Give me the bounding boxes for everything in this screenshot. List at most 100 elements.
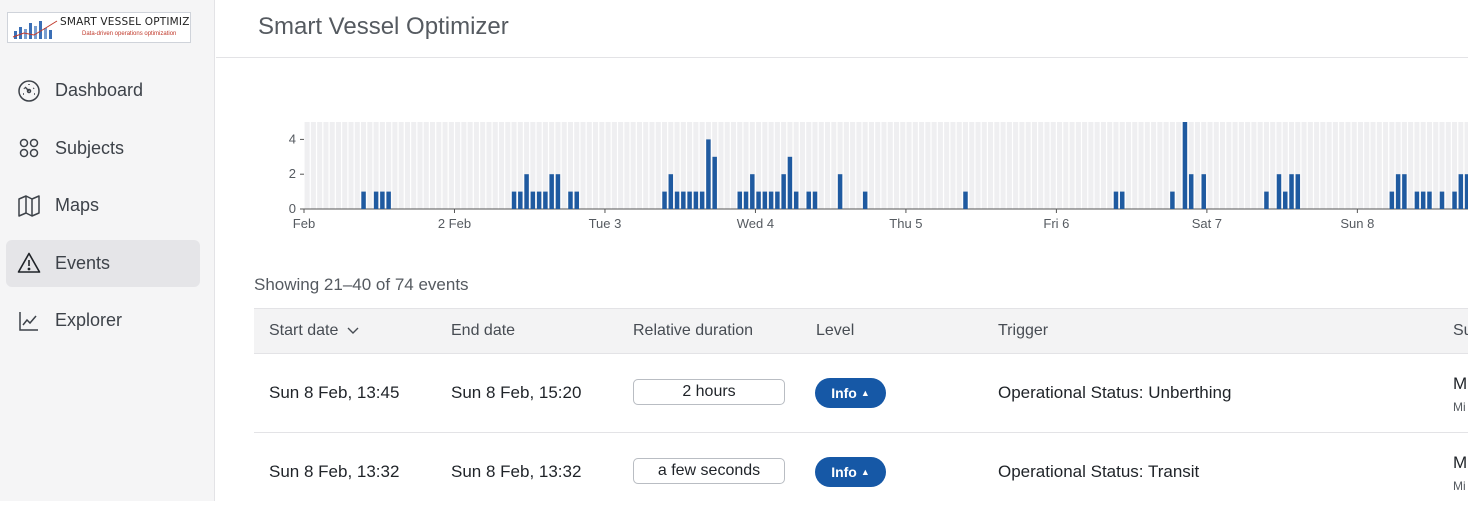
event-count-bar[interactable] — [568, 191, 573, 209]
level-badge[interactable]: Info ▲ — [815, 457, 886, 487]
event-count-bar[interactable] — [1201, 174, 1206, 209]
table-row[interactable]: Sun 8 Feb, 13:45 Sun 8 Feb, 15:20 2 hour… — [254, 354, 1468, 433]
event-count-bar[interactable] — [806, 191, 811, 209]
event-count-bar[interactable] — [756, 191, 761, 209]
event-count-bar[interactable] — [1188, 174, 1194, 209]
event-count-bar[interactable] — [1182, 122, 1188, 209]
event-count-bar[interactable] — [963, 191, 968, 209]
bin-background — [1445, 122, 1451, 209]
bin-background — [1157, 122, 1163, 209]
event-count-bar[interactable] — [530, 191, 536, 209]
event-count-bar[interactable] — [543, 191, 548, 209]
table-row[interactable]: Sun 8 Feb, 13:32 Sun 8 Feb, 13:32 a few … — [254, 433, 1468, 512]
event-count-bar[interactable] — [699, 191, 705, 209]
event-count-bar[interactable] — [743, 191, 749, 209]
event-count-bar[interactable] — [1289, 174, 1294, 209]
bin-background — [1326, 122, 1332, 209]
event-count-bar[interactable] — [674, 191, 680, 209]
column-header-end-date[interactable]: End date — [451, 322, 515, 340]
sidebar-item-events[interactable]: Events — [6, 239, 200, 287]
bin-background — [1075, 122, 1081, 209]
event-count-bar[interactable] — [549, 174, 554, 209]
event-count-bar[interactable] — [787, 156, 793, 209]
event-count-bar[interactable] — [1295, 174, 1301, 209]
sidebar-item-maps[interactable]: Maps — [6, 182, 200, 229]
cell-start-date: Sun 8 Feb, 13:32 — [269, 462, 400, 481]
event-count-bar[interactable] — [1414, 191, 1420, 209]
x-tick-label: Wed 4 — [737, 216, 774, 231]
event-count-bar[interactable] — [687, 191, 692, 209]
sidebar-item-dashboard[interactable]: Dashboard — [6, 67, 200, 114]
event-count-bar[interactable] — [1395, 174, 1401, 209]
event-count-bar[interactable] — [361, 191, 366, 209]
bin-background — [1138, 122, 1144, 209]
event-count-bar[interactable] — [511, 191, 517, 209]
event-count-bar[interactable] — [781, 174, 786, 209]
cell-end-date: Sun 8 Feb, 13:32 — [451, 462, 582, 481]
event-count-bar[interactable] — [793, 191, 799, 209]
event-count-bar[interactable] — [373, 191, 379, 209]
bin-background — [1383, 122, 1389, 209]
event-count-bar[interactable] — [1276, 174, 1282, 209]
event-count-bar[interactable] — [1264, 191, 1269, 209]
event-count-bar[interactable] — [737, 191, 742, 209]
event-count-bar[interactable] — [1120, 191, 1125, 209]
event-count-bar[interactable] — [536, 191, 542, 209]
event-count-bar[interactable] — [518, 191, 523, 209]
event-count-bar[interactable] — [524, 174, 529, 209]
line-chart-icon — [17, 309, 41, 333]
column-header-level[interactable]: Level — [816, 322, 854, 340]
y-tick-label: 2 — [289, 166, 296, 181]
bin-background — [304, 122, 310, 209]
bin-background — [1207, 122, 1213, 209]
bin-background — [473, 122, 479, 209]
event-count-bar[interactable] — [1420, 191, 1426, 209]
event-count-bar[interactable] — [574, 191, 579, 209]
column-header-subject[interactable]: Su — [1453, 322, 1468, 340]
level-badge[interactable]: Info ▲ — [815, 378, 886, 408]
bin-background — [323, 122, 329, 209]
event-count-bar[interactable] — [1389, 191, 1395, 209]
event-count-bar[interactable] — [775, 191, 780, 209]
event-count-bar[interactable] — [1283, 191, 1288, 209]
event-count-bar[interactable] — [693, 191, 699, 209]
event-count-bar[interactable] — [668, 174, 674, 209]
column-header-start-date[interactable]: Start date — [269, 322, 359, 340]
event-count-bar[interactable] — [712, 156, 717, 209]
map-icon — [17, 194, 41, 218]
event-count-bar[interactable] — [1113, 191, 1119, 209]
event-count-bar[interactable] — [1439, 191, 1445, 209]
bin-background — [611, 122, 617, 209]
bin-background — [944, 122, 950, 209]
bin-background — [467, 122, 473, 209]
event-count-bar[interactable] — [1458, 174, 1464, 209]
event-count-bar[interactable] — [1170, 191, 1175, 209]
sort-chevron-down-icon — [347, 327, 359, 334]
event-count-bar[interactable] — [706, 139, 711, 209]
sidebar-item-explorer[interactable]: Explorer — [6, 297, 200, 344]
event-count-bar[interactable] — [1452, 191, 1457, 209]
bin-background — [975, 122, 981, 209]
cell-relative-duration: a few seconds — [633, 458, 785, 484]
event-count-bar[interactable] — [762, 191, 768, 209]
bin-background — [1044, 122, 1050, 209]
event-count-bar[interactable] — [386, 191, 391, 209]
event-count-bar[interactable] — [555, 174, 561, 209]
event-count-bar[interactable] — [380, 191, 385, 209]
column-header-relative-duration[interactable]: Relative duration — [633, 322, 753, 340]
event-count-bar[interactable] — [681, 191, 686, 209]
event-count-bar[interactable] — [1427, 191, 1432, 209]
event-count-bar[interactable] — [768, 191, 774, 209]
y-tick-label: 4 — [289, 131, 296, 146]
event-count-bar[interactable] — [750, 174, 755, 209]
event-count-bar[interactable] — [662, 191, 667, 209]
sidebar-item-subjects[interactable]: Subjects — [6, 125, 200, 172]
x-tick-label: Tue 3 — [589, 216, 622, 231]
app-logo[interactable]: SMART VESSEL OPTIMIZER Data-driven opera… — [7, 12, 191, 43]
event-count-bar[interactable] — [812, 191, 818, 209]
cell-subject-sub: Mi — [1453, 479, 1466, 493]
event-count-bar[interactable] — [862, 191, 868, 209]
column-header-trigger[interactable]: Trigger — [998, 322, 1048, 340]
event-count-bar[interactable] — [837, 174, 843, 209]
event-count-bar[interactable] — [1402, 174, 1407, 209]
